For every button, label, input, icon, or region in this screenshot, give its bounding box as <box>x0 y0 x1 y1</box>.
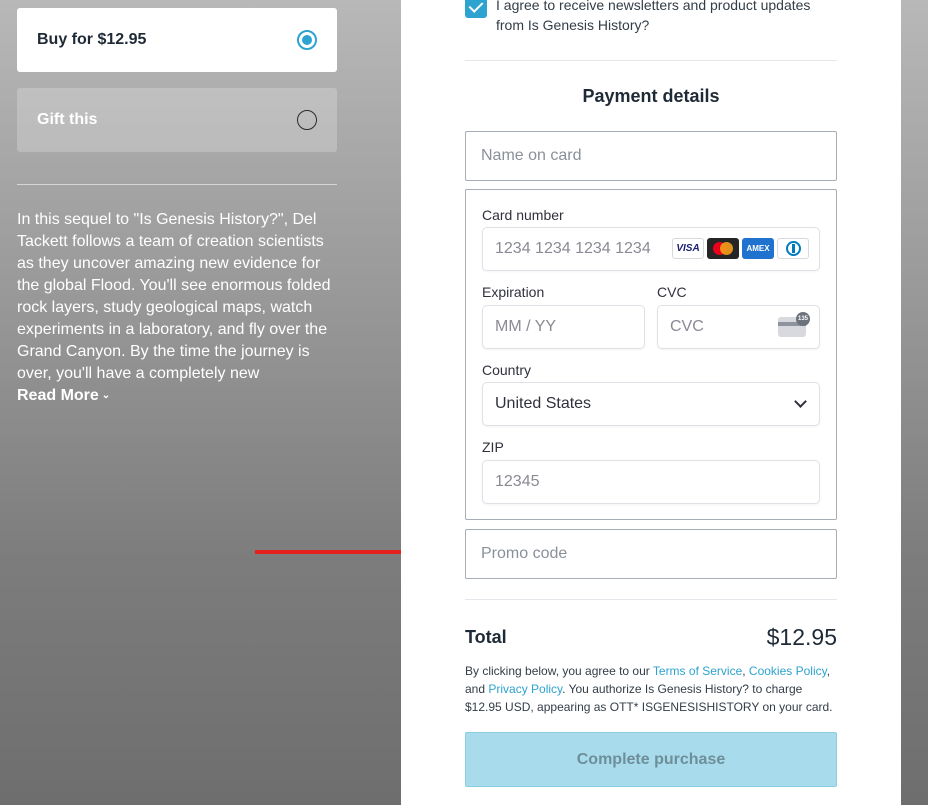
buy-radio[interactable] <box>297 30 317 50</box>
buy-option-label: Buy for $12.95 <box>37 31 147 48</box>
country-select[interactable]: United States <box>482 382 820 426</box>
expiration-label: Expiration <box>482 284 545 300</box>
mastercard-icon <box>707 238 739 259</box>
complete-purchase-button[interactable]: Complete purchase <box>465 732 837 787</box>
legal-text: By clicking below, you agree to our Term… <box>465 662 839 716</box>
visa-icon: VISA <box>672 238 704 259</box>
cvc-label: CVC <box>657 284 687 300</box>
divider-summary <box>465 599 837 600</box>
card-number-label: Card number <box>482 207 564 223</box>
diners-club-icon <box>777 238 809 259</box>
zip-input[interactable] <box>482 460 820 504</box>
gift-option-label: Gift this <box>37 111 98 128</box>
left-divider <box>17 184 337 185</box>
gift-radio[interactable] <box>297 110 317 130</box>
read-more-link[interactable]: Read More ⌄ <box>17 385 110 409</box>
newsletter-consent-text: I agree to receive newsletters and produ… <box>496 0 811 33</box>
payment-details-title: Payment details <box>582 86 720 106</box>
country-select-value: United States <box>495 395 592 412</box>
cookies-policy-link[interactable]: Cookies Policy <box>749 664 827 678</box>
cvc-icon-number: 135 <box>796 312 810 326</box>
cvc-field: 135 <box>657 305 820 349</box>
checkout-panel: I agree to receive newsletters and produ… <box>401 0 901 805</box>
product-description: In this sequel to "Is Genesis History?",… <box>17 211 331 382</box>
legal-prefix: By clicking below, you agree to our <box>465 664 653 678</box>
zip-label: ZIP <box>482 439 504 455</box>
country-label: Country <box>482 362 532 378</box>
name-on-card-input[interactable] <box>465 131 837 181</box>
card-brand-icons: VISA AMEX <box>672 238 809 259</box>
newsletter-checkbox[interactable] <box>465 0 487 18</box>
chevron-down-icon <box>794 395 807 408</box>
buy-option[interactable]: Buy for $12.95 <box>17 8 337 72</box>
card-form: Card number VISA AMEX Expiration CVC 135… <box>465 189 837 520</box>
promo-code-input[interactable] <box>465 529 837 579</box>
total-value: $12.95 <box>766 624 837 650</box>
chevron-down-icon: ⌄ <box>101 390 111 401</box>
read-more-label: Read More <box>17 387 99 404</box>
divider-top <box>465 60 837 61</box>
total-label: Total <box>465 627 507 647</box>
privacy-policy-link[interactable]: Privacy Policy <box>488 682 562 696</box>
legal-comma: , <box>742 664 749 678</box>
expiration-input[interactable] <box>482 305 645 349</box>
cvc-card-icon: 135 <box>778 312 810 337</box>
terms-of-service-link[interactable]: Terms of Service <box>653 664 742 678</box>
gift-option[interactable]: Gift this <box>17 88 337 152</box>
amex-icon: AMEX <box>742 238 774 259</box>
